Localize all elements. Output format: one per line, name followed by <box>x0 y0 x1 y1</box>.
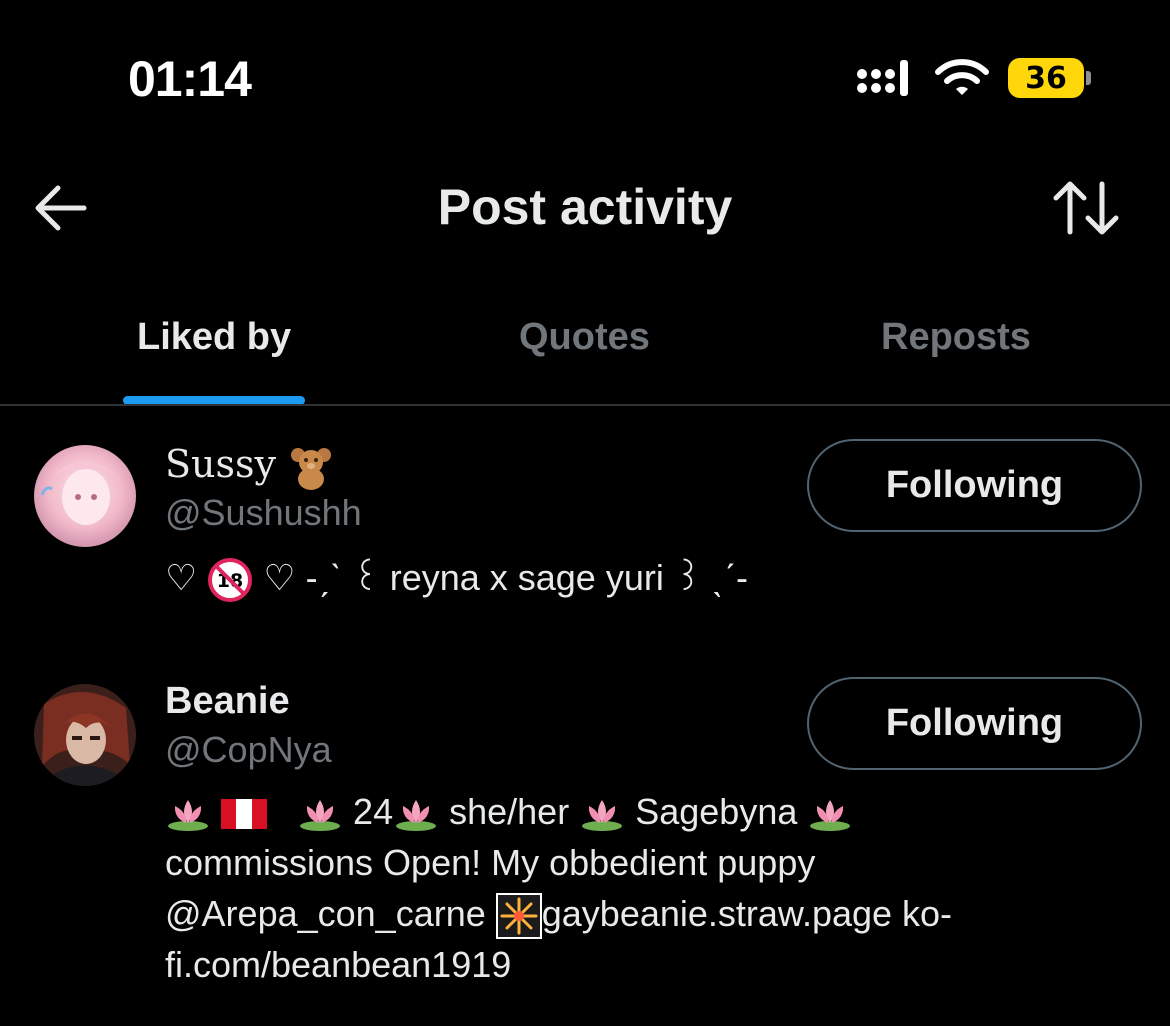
avatar-image <box>34 684 136 786</box>
user-handle[interactable]: @Sushushh <box>165 492 362 534</box>
status-time: 01:14 <box>128 51 252 107</box>
lotus-icon <box>810 800 851 832</box>
lotus-icon <box>168 800 208 832</box>
tab-bar: Liked by Quotes Reposts <box>0 300 1170 405</box>
wifi-icon <box>935 59 989 95</box>
tab-quotes[interactable]: Quotes <box>519 316 650 359</box>
mention-link[interactable]: @Arepa_con_carne <box>165 893 486 934</box>
peru-flag-icon <box>221 799 268 830</box>
avatar-image <box>34 445 136 547</box>
cellular-signal-icon <box>857 60 908 96</box>
page-title: Post activity <box>437 179 733 235</box>
user-display-name[interactable]: Sussy <box>165 442 334 491</box>
user-handle[interactable]: @CopNya <box>165 729 332 771</box>
avatar[interactable] <box>34 445 136 547</box>
avatar[interactable] <box>34 684 136 786</box>
user-display-name[interactable]: Beanie <box>165 680 290 723</box>
bio-line: commissions Open! My obbedient puppy <box>165 842 816 883</box>
tab-reposts[interactable]: Reposts <box>881 316 1031 359</box>
bio-line[interactable]: fi.com/beanbean1919 <box>165 939 1065 990</box>
tab-liked-by[interactable]: Liked by <box>137 316 291 359</box>
link[interactable]: gaybeanie.straw.page ko- <box>542 893 952 934</box>
lotus-icon <box>582 800 623 832</box>
teddy-bear-icon <box>291 447 332 490</box>
no-under-18-icon: 18 <box>208 558 253 603</box>
sparkler-icon <box>495 893 542 940</box>
following-button[interactable]: Following <box>807 677 1142 770</box>
tab-divider <box>0 404 1170 406</box>
battery-indicator: 36 <box>1008 58 1084 98</box>
user-bio: ♡ 18 ♡ -ˏˋ ꒰ reyna x sage yuri ꒱ ˎˊ- <box>165 552 1065 603</box>
user-bio: 24 she/her Sagebyna commissions Open! My… <box>165 786 1065 990</box>
post-activity-screen: 01:14 36 Post activity Liked by Quotes R… <box>0 0 1170 1026</box>
lotus-icon <box>396 800 437 832</box>
bio-line: 24 she/her Sagebyna <box>165 786 1065 837</box>
following-button[interactable]: Following <box>807 439 1142 532</box>
lotus-icon <box>300 800 341 832</box>
bio-line: @Arepa_con_carne gaybeanie.straw.page ko… <box>165 888 1065 940</box>
battery-cap <box>1086 71 1091 85</box>
sort-arrows-icon[interactable] <box>1050 178 1124 238</box>
battery-level: 36 <box>1025 60 1067 96</box>
